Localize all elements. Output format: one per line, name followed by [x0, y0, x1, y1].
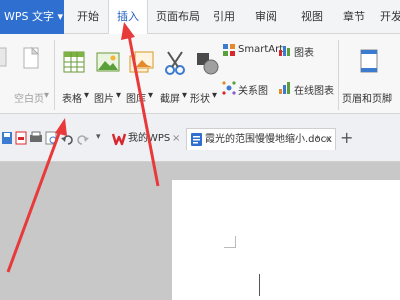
table-button[interactable]: 表格 ▾	[58, 44, 90, 110]
online-chart-icon	[279, 82, 290, 94]
tab-insert[interactable]: 插入	[108, 0, 148, 35]
tab-view[interactable]: 视图	[294, 0, 330, 34]
tab-close-icon[interactable]: ×	[172, 128, 180, 150]
text-cursor	[259, 274, 260, 296]
tab-page-layout[interactable]: 页面布局	[152, 0, 204, 34]
shape-dropdown-icon: ▾	[212, 90, 218, 101]
save-icon[interactable]	[2, 132, 12, 144]
quick-access-toolbar	[2, 131, 89, 145]
undo-icon[interactable]	[61, 135, 73, 145]
export-pdf-icon[interactable]	[15, 131, 27, 145]
chart-button[interactable]: 图表	[278, 40, 318, 60]
dropdown-icon: ▾	[57, 10, 64, 23]
ribbon: 空白页 ▾ 表格 ▾ 图片 ▾ 图库 ▾ 截屏 ▾ 形状 ▾ SmartArt …	[0, 34, 400, 114]
relation-diagram-button[interactable]: 关系图	[222, 78, 278, 98]
customize-dropdown-icon[interactable]: ▾	[96, 132, 101, 142]
screenshot-label: 截屏	[160, 94, 180, 105]
table-dropdown-icon: ▾	[84, 90, 90, 101]
relation-diagram-label: 关系图	[238, 86, 268, 97]
shape-label: 形状	[190, 94, 210, 105]
tab-review[interactable]: 审阅	[248, 0, 284, 34]
blank-page-icon	[0, 46, 40, 69]
document-canvas	[0, 162, 400, 300]
header-footer-label: 页眉和页脚	[342, 94, 392, 105]
tab-section[interactable]: 章节	[336, 0, 372, 34]
smartart-icon	[223, 44, 235, 56]
word-doc-icon	[191, 133, 202, 146]
gallery-icon	[129, 51, 154, 73]
print-icon[interactable]	[30, 131, 42, 142]
scissors-icon	[165, 51, 185, 75]
page-margin-mark	[224, 236, 236, 248]
screenshot-dropdown-icon: ▾	[182, 90, 188, 101]
table-icon	[63, 51, 85, 73]
tab-document[interactable]: 霞光的范围慢慢地缩小.docx * ×	[186, 128, 336, 150]
gallery-dropdown-icon: ▾	[148, 90, 154, 101]
smartart-label: SmartArt	[238, 44, 284, 55]
smartart-button[interactable]: SmartArt	[222, 40, 283, 60]
tab-close-icon[interactable]: ×	[323, 129, 331, 151]
picture-label: 图片	[94, 94, 114, 105]
quick-access-and-tabs-bar: ▾ 我的WPS × 霞光的范围慢慢地缩小.docx * × +	[0, 114, 400, 162]
separator	[338, 40, 339, 110]
blank-page-dropdown-icon: ▾	[44, 90, 50, 101]
menu-bar: WPS 文字 ▾ 开始 插入 页面布局 引用 审阅 视图 章节 开发	[0, 0, 400, 35]
tab-document-label: 霞光的范围慢慢地缩小.docx	[205, 134, 333, 145]
print-preview-icon[interactable]	[45, 131, 57, 145]
relation-diagram-icon	[222, 81, 236, 95]
separator	[54, 40, 55, 110]
chart-label: 图表	[294, 48, 314, 59]
tab-developer[interactable]: 开发	[376, 0, 400, 34]
table-label: 表格	[62, 94, 82, 105]
shape-icon	[197, 53, 219, 75]
chart-icon	[279, 46, 290, 56]
tab-references[interactable]: 引用	[208, 0, 240, 34]
picture-icon	[96, 52, 120, 72]
online-chart-button[interactable]: 在线图表	[278, 78, 338, 98]
redo-icon[interactable]	[77, 135, 89, 145]
new-tab-button[interactable]: +	[340, 128, 353, 148]
header-footer-button[interactable]: 页眉和页脚	[340, 44, 400, 110]
tab-home[interactable]: 开始	[70, 0, 106, 34]
app-label: WPS 文字	[4, 10, 54, 23]
header-footer-icon	[360, 49, 378, 73]
document-page[interactable]	[172, 180, 400, 300]
unsaved-indicator: *	[315, 134, 320, 145]
blank-page-label: 空白页	[14, 94, 44, 105]
tab-my-wps-label: 我的WPS	[128, 133, 171, 144]
picture-button[interactable]: 图片 ▾	[92, 44, 122, 110]
screenshot-button[interactable]: 截屏 ▾	[160, 44, 190, 110]
wps-logo-icon	[112, 133, 126, 146]
blank-page-button[interactable]: 空白页 ▾	[0, 44, 50, 110]
online-chart-label: 在线图表	[294, 86, 334, 97]
picture-dropdown-icon: ▾	[116, 90, 122, 101]
gallery-button[interactable]: 图库 ▾	[126, 44, 156, 110]
app-menu-button[interactable]: WPS 文字 ▾	[0, 0, 64, 34]
tab-my-wps[interactable]: 我的WPS ×	[110, 128, 186, 150]
gallery-label: 图库	[126, 94, 146, 105]
shape-button[interactable]: 形状 ▾	[190, 44, 222, 110]
